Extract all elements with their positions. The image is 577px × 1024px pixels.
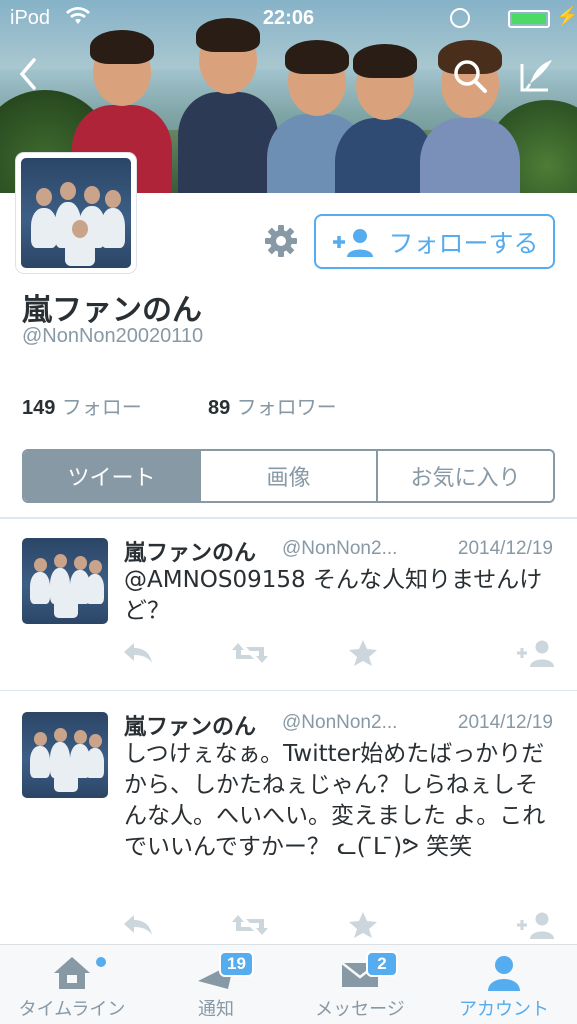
followers-count-label: フォロワー bbox=[236, 395, 337, 419]
status-bar: iPod 22:06 ⚡ bbox=[0, 0, 577, 36]
profile-handle: @NonNon20020110 bbox=[22, 325, 204, 347]
bottom-tab-bar: タイムライン 19 通知 2 メッセージ アカウント bbox=[0, 944, 577, 1024]
tweet-author-name: 嵐ファンのん bbox=[124, 541, 257, 566]
followers-count[interactable]: 89 フォロワー bbox=[208, 391, 337, 420]
tabbar-messages[interactable]: 2 メッセージ bbox=[288, 945, 432, 1024]
following-count-number: 149 bbox=[22, 397, 56, 419]
person-icon bbox=[482, 953, 526, 993]
tweet-author-handle: @NonNon2... bbox=[282, 538, 398, 559]
profile-avatar[interactable] bbox=[16, 153, 136, 273]
follow-user-icon[interactable] bbox=[516, 911, 554, 939]
tweet-author-name: 嵐ファンのん bbox=[124, 715, 257, 740]
tweet-date: 2014/12/19 bbox=[457, 712, 553, 733]
add-user-icon bbox=[330, 227, 376, 257]
tweet-avatar[interactable] bbox=[22, 538, 108, 624]
follow-button[interactable]: フォローする bbox=[314, 214, 555, 269]
tweet-text: しつけぇなぁ。Twitter始めたばっかりだから、しかたねぇじゃん？しらねぇしそ… bbox=[124, 741, 546, 860]
tabbar-notifications[interactable]: 19 通知 bbox=[144, 945, 288, 1024]
battery-icon bbox=[508, 10, 550, 28]
tweet-actions bbox=[0, 639, 577, 671]
tabbar-messages-label: メッセージ bbox=[315, 999, 405, 1020]
tabbar-timeline[interactable]: タイムライン bbox=[0, 945, 144, 1024]
following-count[interactable]: 149 フォロー bbox=[22, 391, 142, 420]
tweet-date: 2014/12/19 bbox=[457, 538, 553, 559]
reply-icon[interactable] bbox=[122, 911, 156, 939]
tweet-avatar[interactable] bbox=[22, 712, 108, 798]
settings-gear-icon[interactable] bbox=[264, 224, 298, 258]
tweet-item[interactable]: 嵐ファンのん @NonNon2... 2014/12/19 @AMNOS0915… bbox=[0, 519, 577, 689]
profile-screen: iPod 22:06 ⚡ フォローする 嵐ファンのん @NonNon200201… bbox=[0, 0, 577, 1024]
tab-favorites[interactable]: お気に入り bbox=[376, 451, 553, 501]
tweet-text: @AMNOS09158 そんな人知りませんけど？ bbox=[124, 567, 543, 624]
tabbar-timeline-label: タイムライン bbox=[18, 999, 126, 1020]
tab-media[interactable]: 画像 bbox=[199, 451, 376, 501]
follow-button-label: フォローする bbox=[388, 228, 539, 258]
tab-tweets[interactable]: ツイート bbox=[24, 451, 199, 501]
tabbar-notifications-label: 通知 bbox=[198, 999, 234, 1020]
tweet-item[interactable]: 嵐ファンのん @NonNon2... 2014/12/19 しつけぇなぁ。Twi… bbox=[0, 691, 577, 944]
favorite-star-icon[interactable] bbox=[348, 911, 382, 939]
home-icon bbox=[50, 953, 94, 993]
profile-display-name: 嵐ファンのん bbox=[22, 293, 202, 328]
favorite-star-icon[interactable] bbox=[348, 639, 382, 667]
followers-count-number: 89 bbox=[208, 397, 231, 419]
follow-user-icon[interactable] bbox=[516, 639, 554, 667]
search-icon[interactable] bbox=[452, 58, 488, 94]
tweet-actions bbox=[0, 911, 577, 943]
profile-tabs: ツイート 画像 お気に入り bbox=[22, 449, 555, 503]
messages-badge: 2 bbox=[366, 951, 398, 977]
notifications-badge: 19 bbox=[219, 951, 254, 977]
back-button[interactable] bbox=[14, 56, 44, 92]
reply-icon[interactable] bbox=[122, 639, 156, 667]
tabbar-account[interactable]: アカウント bbox=[432, 945, 576, 1024]
retweet-icon[interactable] bbox=[232, 911, 268, 939]
charging-icon: ⚡ bbox=[556, 6, 577, 26]
compose-tweet-icon[interactable] bbox=[518, 56, 556, 94]
tabbar-account-label: アカウント bbox=[459, 999, 549, 1020]
retweet-icon[interactable] bbox=[232, 639, 268, 667]
tweet-author-handle: @NonNon2... bbox=[282, 712, 398, 733]
new-content-dot bbox=[96, 957, 106, 967]
status-time: 22:06 bbox=[262, 7, 315, 29]
rotation-lock-icon bbox=[450, 8, 470, 28]
following-count-label: フォロー bbox=[61, 395, 142, 419]
